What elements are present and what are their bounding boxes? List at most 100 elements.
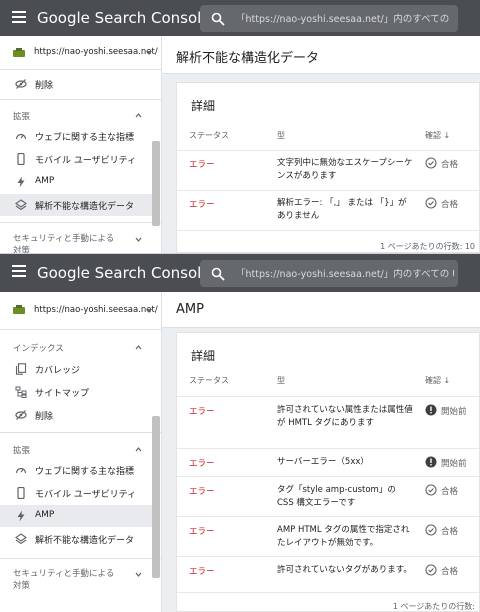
chevron-up-icon[interactable] [135, 446, 142, 453]
search-icon [211, 267, 225, 281]
sidebar-item-mobile-usability[interactable]: モバイル ユーザビリティ [0, 482, 152, 504]
column-header-validation[interactable]: 確認 ↓ [425, 375, 450, 386]
chevron-down-icon[interactable] [135, 236, 142, 243]
search-placeholder: 「https://nao-yoshi.seesaa.net/」内のすべての [236, 14, 450, 25]
row-status: エラー [189, 459, 215, 469]
table-row[interactable]: エラー タグ「style amp-custom」の CSS 構文エラーです 合格 [177, 476, 479, 516]
sidebar-item-unparsable-structured-data[interactable]: 解析不能な構造化データ [0, 194, 152, 216]
section-security-line2: 対策 [13, 581, 31, 591]
divider [0, 432, 161, 433]
column-header-validation[interactable]: 確認 ↓ [425, 130, 450, 141]
row-type: 許可されていないタグがあります。 [277, 565, 412, 575]
page-title: 解析不能な構造化データ [176, 51, 320, 66]
column-header-status[interactable]: ステータス [189, 130, 229, 141]
url-inspection-search[interactable]: 「https://nao-yoshi.seesaa.net/」内のすべての U [200, 260, 458, 287]
table-row[interactable]: エラー 解析エラー: 「,」 または 「}」がありません 合格 [177, 190, 479, 230]
column-header-validation-label: 確認 [425, 131, 441, 140]
chevron-down-icon[interactable] [135, 571, 142, 578]
sidebar-item-label: 解析不能な構造化データ [35, 202, 135, 212]
sidebar-item-core-web-vitals[interactable]: ウェブに関する主な指標 [0, 125, 152, 147]
check-circle-icon [425, 484, 437, 496]
section-enhancements: 拡張 [13, 446, 31, 456]
sidebar-item-sitemaps[interactable]: サイトマップ [0, 381, 152, 403]
details-card: 詳細 ステータス 型 確認 ↓ エラー 文字列中に無効なエスケープシーケンスがあ… [176, 82, 480, 253]
section-security-line1: セキュリティと手動による [13, 569, 115, 579]
sidebar-item-unparsable-structured-data[interactable]: 解析不能な構造化データ [0, 528, 152, 550]
sort-arrow-down-icon: ↓ [443, 131, 451, 140]
section-index: インデックス [13, 344, 64, 354]
column-header-status[interactable]: ステータス [189, 375, 229, 386]
sidebar-item-label: ウェブに関する主な指標 [35, 467, 135, 477]
menu-icon[interactable] [12, 11, 26, 25]
table-row[interactable]: エラー 文字列中に無効なエスケープシーケンスがあります 合格 [177, 150, 479, 190]
row-validation: 開始前 [441, 459, 467, 469]
app-logo: Google Search Console [37, 264, 211, 282]
column-header-type[interactable]: 型 [277, 375, 285, 386]
table-row[interactable]: エラー サーバーエラー（5xx） 開始前 [177, 448, 479, 476]
row-status: エラー [189, 527, 215, 537]
row-status: エラー [189, 407, 215, 417]
page-title-bar: 解析不能な構造化データ [162, 36, 480, 74]
table-row[interactable]: エラー 許可されていないタグがあります。 合格 [177, 556, 479, 592]
smartphone-icon [17, 153, 25, 165]
dropdown-arrow-icon [146, 309, 152, 313]
alert-circle-icon [425, 456, 437, 468]
sort-arrow-down-icon: ↓ [443, 376, 451, 385]
rows-per-page: 1 ページあたりの行数: 10 [380, 241, 475, 252]
dropdown-arrow-icon [146, 51, 152, 55]
check-circle-icon [425, 524, 437, 536]
sidebar-scrollbar[interactable] [152, 141, 160, 226]
sidebar-scrollbar[interactable] [152, 416, 160, 578]
row-status: エラー [189, 160, 215, 170]
sidebar: https://nao-yoshi.seesaa.net/ インデックス カバレ… [0, 292, 162, 612]
row-type: AMP HTML タグの属性で指定されたレイアウトが無効です。 [277, 525, 410, 548]
chevron-up-icon[interactable] [135, 112, 142, 119]
row-validation: 合格 [441, 487, 459, 497]
row-status: エラー [189, 567, 215, 577]
url-inspection-search[interactable]: 「https://nao-yoshi.seesaa.net/」内のすべての [200, 5, 458, 32]
menu-icon[interactable] [12, 265, 26, 279]
property-url: https://nao-yoshi.seesaa.net/ [34, 47, 158, 57]
property-selector[interactable]: https://nao-yoshi.seesaa.net/ [0, 36, 161, 70]
sidebar-item-amp[interactable]: AMP [0, 171, 152, 193]
site-favicon-icon [13, 48, 25, 57]
sidebar-item-label: 削除 [35, 412, 54, 422]
card-title: 詳細 [191, 99, 216, 113]
sidebar-item-removals[interactable]: 削除 [0, 73, 152, 95]
table-row[interactable]: エラー AMP HTML タグの属性で指定されたレイアウトが無効です。 合格 [177, 516, 479, 556]
sidebar-item-label: 解析不能な構造化データ [35, 536, 135, 546]
search-placeholder: 「https://nao-yoshi.seesaa.net/」内のすべての U [236, 269, 454, 280]
row-validation: 合格 [441, 160, 459, 170]
row-type: 許可されていない属性または属性値が HMTL タグにあります [277, 405, 413, 428]
sidebar-item-coverage[interactable]: カバレッジ [0, 358, 152, 380]
sidebar-item-mobile-usability[interactable]: モバイル ユーザビリティ [0, 148, 152, 170]
sidebar-item-label: AMP [35, 176, 55, 186]
sidebar-item-removals[interactable]: 削除 [0, 404, 152, 426]
smartphone-icon [17, 487, 25, 499]
card-title: 詳細 [191, 349, 216, 363]
property-selector[interactable]: https://nao-yoshi.seesaa.net/ [0, 292, 161, 330]
site-favicon-icon [13, 305, 25, 314]
row-validation: 合格 [441, 200, 459, 210]
rows-per-page-value[interactable]: 10 [465, 242, 475, 251]
bolt-icon [17, 176, 25, 188]
alert-circle-icon [425, 404, 437, 416]
rows-per-page: 1 ページあたりの行数: [392, 602, 475, 611]
sidebar-item-label: モバイル ユーザビリティ [35, 490, 137, 500]
sidebar-item-label: サイトマップ [35, 389, 90, 399]
sidebar-item-label: カバレッジ [35, 366, 81, 376]
check-circle-icon [425, 197, 437, 209]
sidebar-item-amp[interactable]: AMP [0, 505, 152, 527]
table-footer: 1 ページあたりの行数: [177, 592, 479, 612]
table-footer: 1 ページあたりの行数: 10 [177, 230, 479, 253]
main-content: AMP 詳細 ステータス 型 確認 ↓ エラー 許可されていない属性または属性値… [162, 292, 480, 612]
sidebar-item-core-web-vitals[interactable]: ウェブに関する主な指標 [0, 459, 152, 481]
sitemap-icon [15, 386, 27, 398]
details-card: 詳細 ステータス 型 確認 ↓ エラー 許可されていない属性または属性値が HM… [176, 332, 480, 612]
row-type: タグ「style amp-custom」の CSS 構文エラーです [277, 485, 396, 508]
table-row[interactable]: エラー 許可されていない属性または属性値が HMTL タグにあります 開始前 [177, 396, 479, 448]
column-header-type[interactable]: 型 [277, 130, 285, 141]
check-circle-icon [425, 564, 437, 576]
section-security-line2: 対策 [13, 246, 31, 253]
chevron-up-icon[interactable] [135, 344, 142, 351]
